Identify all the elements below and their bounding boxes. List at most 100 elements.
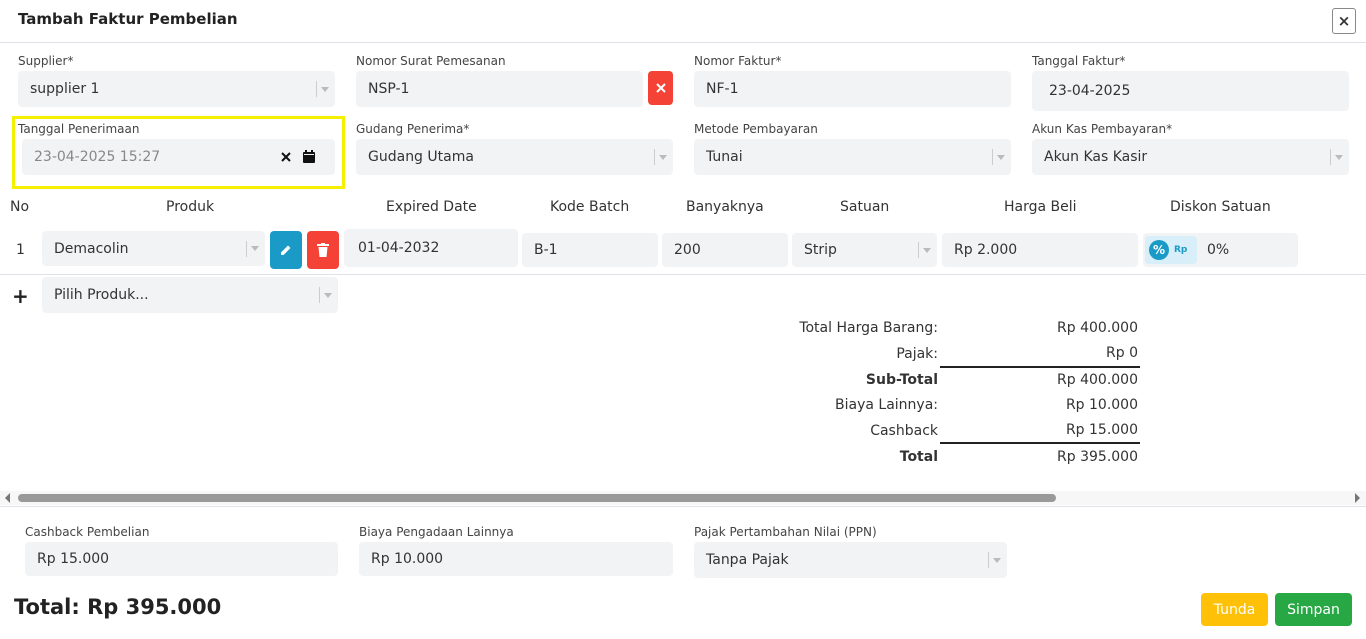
gudang-penerima-value: Gudang Utama <box>368 149 474 165</box>
banyaknya-input[interactable]: 200 <box>662 233 788 267</box>
chevron-down-icon <box>319 287 332 303</box>
nomor-faktur-input[interactable]: NF-1 <box>694 71 1011 107</box>
tanggal-faktur-input[interactable]: 23-04-2025 <box>1032 71 1349 111</box>
cashback-pembelian-label: Cashback Pembelian <box>25 525 150 539</box>
akun-kas-pembayaran-value: Akun Kas Kasir <box>1044 149 1148 165</box>
chevron-down-icon <box>918 242 931 258</box>
header-divider <box>0 42 1366 43</box>
summary-total-value: Rp 395.000 <box>1057 449 1138 465</box>
summary-cashback-label: Cashback <box>870 423 938 439</box>
tanggal-penerimaan-label: Tanggal Penerimaan <box>18 122 140 136</box>
supplier-select[interactable]: supplier 1 <box>18 71 335 107</box>
biaya-pengadaan-lainnya-input[interactable]: Rp 10.000 <box>359 542 673 576</box>
nomor-faktur-value: NF-1 <box>706 81 739 97</box>
column-header-satuan: Satuan <box>840 199 890 215</box>
grand-total: Total: Rp 395.000 <box>14 595 222 619</box>
close-button[interactable]: × <box>1332 8 1356 34</box>
summary-biaya-lainnya-label: Biaya Lainnya: <box>835 397 938 413</box>
harga-beli-value: Rp 2.000 <box>954 242 1018 258</box>
nomor-surat-pemesanan-input[interactable]: NSP-1 <box>356 71 643 107</box>
summary-total-harga-barang-value: Rp 400.000 <box>1057 320 1138 336</box>
supplier-label: Supplier* <box>18 54 74 68</box>
summary-cashback-value: Rp 15.000 <box>1065 422 1138 438</box>
tunda-button[interactable]: Tunda <box>1201 593 1268 626</box>
clear-icon[interactable] <box>281 152 291 162</box>
simpan-button[interactable]: Simpan <box>1275 593 1352 626</box>
add-product-icon[interactable]: + <box>12 284 29 308</box>
discount-type-toggle[interactable]: % Rp <box>1145 236 1197 264</box>
akun-kas-pembayaran-select[interactable]: Akun Kas Kasir <box>1032 139 1349 175</box>
chevron-down-icon <box>992 149 1005 165</box>
edit-product-button[interactable] <box>270 231 302 269</box>
column-header-produk: Produk <box>166 199 215 215</box>
nomor-faktur-label: Nomor Faktur* <box>694 54 782 68</box>
row-number: 1 <box>16 242 25 258</box>
gudang-penerima-label: Gudang Penerima* <box>356 122 470 136</box>
column-header-diskon-satuan: Diskon Satuan <box>1170 199 1271 215</box>
calendar-icon[interactable] <box>303 150 315 163</box>
diskon-satuan-value: 0% <box>1207 242 1230 258</box>
chevron-down-icon <box>654 149 667 165</box>
tanggal-penerimaan-input[interactable]: 23-04-2025 15:27 <box>22 139 335 175</box>
scrollbar-thumb[interactable] <box>18 494 1056 502</box>
clear-surat-pemesanan-button[interactable] <box>648 71 673 105</box>
summary-pajak-label: Pajak: <box>896 346 938 362</box>
column-header-no: No <box>10 199 30 215</box>
satuan-value: Strip <box>804 242 837 258</box>
summary-sub-total-value: Rp 400.000 <box>1057 372 1138 388</box>
akun-kas-pembayaran-label: Akun Kas Pembayaran* <box>1032 122 1173 136</box>
pencil-icon <box>281 245 291 255</box>
column-header-banyaknya: Banyaknya <box>686 199 764 215</box>
summary-total-label: Total <box>899 449 938 465</box>
ppn-value: Tanpa Pajak <box>706 552 789 568</box>
tanggal-faktur-label: Tanggal Faktur* <box>1032 54 1126 68</box>
trash-icon <box>317 243 329 257</box>
satuan-select[interactable]: Strip <box>792 233 937 267</box>
row-divider <box>0 274 1366 275</box>
kode-batch-input[interactable]: B-1 <box>522 233 658 267</box>
nomor-surat-pemesanan-value: NSP-1 <box>368 81 410 97</box>
pilih-produk-placeholder: Pilih Produk... <box>54 287 149 303</box>
biaya-pengadaan-lainnya-value: Rp 10.000 <box>371 551 444 567</box>
chevron-down-icon <box>988 552 1001 568</box>
summary-biaya-lainnya-value: Rp 10.000 <box>1065 397 1138 413</box>
nomor-surat-pemesanan-label: Nomor Surat Pemesanan <box>356 54 506 68</box>
rupiah-icon: Rp <box>1174 245 1188 255</box>
cashback-pembelian-input[interactable]: Rp 15.000 <box>25 542 338 576</box>
scroll-right-arrow-icon[interactable] <box>1355 493 1360 503</box>
gudang-penerima-select[interactable]: Gudang Utama <box>356 139 673 175</box>
column-header-harga-beli: Harga Beli <box>1004 199 1077 215</box>
cashback-pembelian-value: Rp 15.000 <box>37 551 110 567</box>
column-header-kode-batch: Kode Batch <box>550 199 630 215</box>
harga-beli-input[interactable]: Rp 2.000 <box>942 233 1138 267</box>
tanggal-penerimaan-value: 23-04-2025 15:27 <box>34 149 161 165</box>
supplier-value: supplier 1 <box>30 81 100 97</box>
metode-pembayaran-select[interactable]: Tunai <box>694 139 1011 175</box>
summary-divider <box>940 366 1140 368</box>
produk-value: Demacolin <box>54 240 129 257</box>
summary-divider <box>940 442 1140 444</box>
chevron-down-icon <box>1330 149 1343 165</box>
delete-product-button[interactable] <box>307 231 339 269</box>
summary-total-harga-barang-label: Total Harga Barang: <box>799 320 938 336</box>
chevron-down-icon <box>316 81 329 97</box>
tanggal-faktur-value: 23-04-2025 <box>1049 83 1131 99</box>
ppn-select[interactable]: Tanpa Pajak <box>694 542 1007 578</box>
metode-pembayaran-label: Metode Pembayaran <box>694 122 818 136</box>
scroll-left-arrow-icon[interactable] <box>5 493 10 503</box>
produk-select[interactable]: Demacolin <box>42 231 265 266</box>
kode-batch-value: B-1 <box>534 242 558 258</box>
column-header-expired-date: Expired Date <box>386 199 477 215</box>
banyaknya-value: 200 <box>674 242 701 258</box>
percent-icon: % <box>1149 240 1169 260</box>
pilih-produk-select[interactable]: Pilih Produk... <box>42 277 338 313</box>
expired-date-value: 01-04-2032 <box>358 240 440 256</box>
expired-date-input[interactable]: 01-04-2032 <box>344 229 518 267</box>
summary-sub-total-label: Sub-Total <box>865 372 938 388</box>
ppn-label: Pajak Pertambahan Nilai (PPN) <box>694 525 877 539</box>
biaya-pengadaan-lainnya-label: Biaya Pengadaan Lainnya <box>359 525 514 539</box>
footer-divider <box>0 506 1366 507</box>
modal-title: Tambah Faktur Pembelian <box>18 10 238 28</box>
chevron-down-icon <box>246 240 259 257</box>
summary-pajak-value: Rp 0 <box>1106 345 1138 361</box>
